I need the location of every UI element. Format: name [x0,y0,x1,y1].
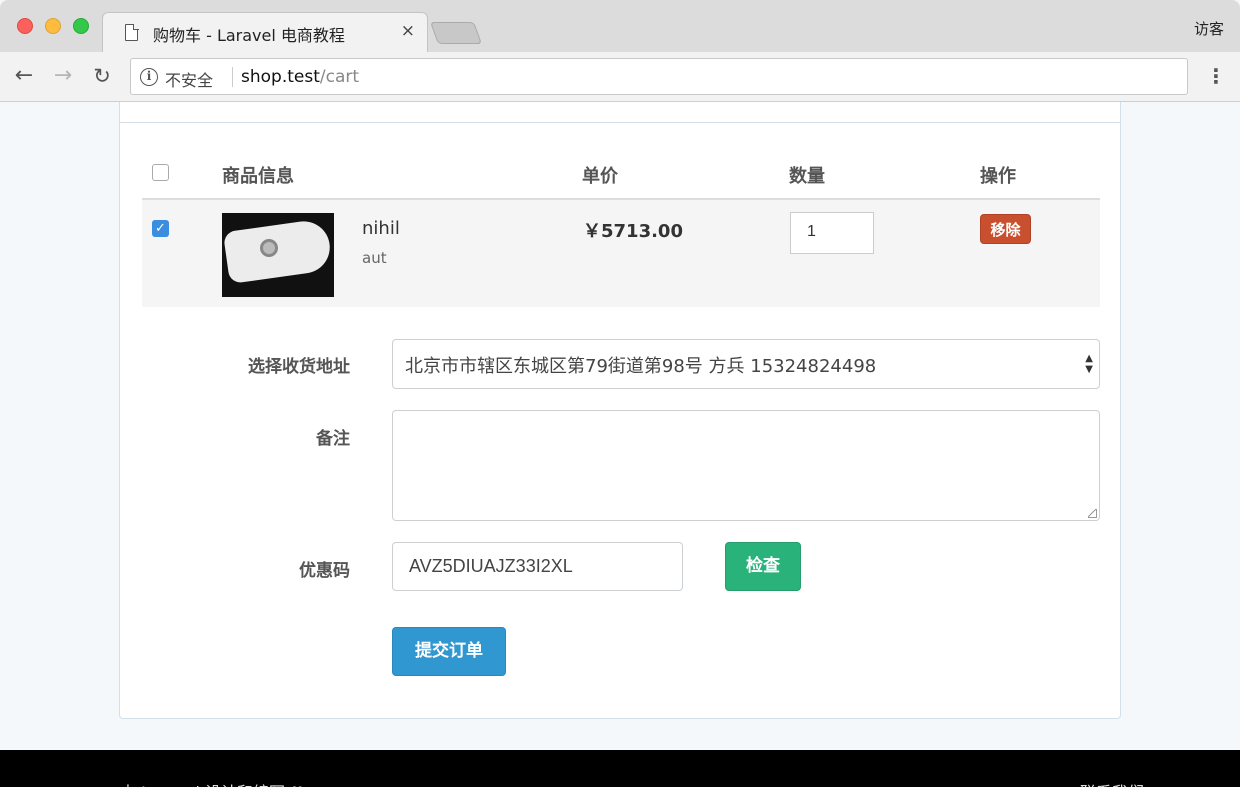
column-unit-price: 单价 [582,166,618,187]
table-row: ✓ nihil aut ￥5713.00 1 移除 [142,200,1100,307]
url-host: shop.test [241,67,320,87]
footer-credit: 由 Laravel 设计和编写 ♥ [120,779,304,787]
tab-title: 购物车 - Laravel 电商教程 [153,26,345,45]
product-image-body [222,218,334,284]
product-name[interactable]: nihil [362,218,400,239]
remark-textarea[interactable] [392,410,1100,521]
profile-label[interactable]: 访客 [1194,18,1224,39]
browser-tab[interactable]: 购物车 - Laravel 电商教程 × [102,12,428,52]
product-image[interactable] [222,213,334,297]
reload-icon[interactable]: ↻ [88,62,116,90]
address-select[interactable]: 北京市市辖区东城区第79街道第98号 方兵 15324824498 ▲ ▼ [392,339,1100,389]
coupon-label: 优惠码 [299,561,350,581]
product-sku: aut [362,249,387,267]
address-bar[interactable]: i 不安全 shop.test/cart [130,58,1188,95]
column-quantity: 数量 [789,166,825,187]
item-checkbox[interactable]: ✓ [152,220,169,237]
panel-divider [120,122,1120,123]
select-arrows-icon: ▲ ▼ [1085,353,1093,375]
submit-order-button[interactable]: 提交订单 [392,627,506,676]
maximize-window-button[interactable] [73,18,89,34]
select-all-checkbox[interactable] [152,164,169,181]
column-actions: 操作 [980,166,1016,187]
product-price: ￥5713.00 [583,221,683,242]
coupon-input[interactable]: AVZ5DIUAJZ33I2XL [392,542,683,591]
close-window-button[interactable] [17,18,33,34]
info-icon[interactable]: i [140,68,158,86]
remark-label: 备注 [316,429,350,449]
resize-handle-icon[interactable] [1088,509,1097,518]
remove-button[interactable]: 移除 [980,214,1031,244]
url-text[interactable]: shop.test/cart [241,67,359,87]
more-menu-icon[interactable]: ⋮ [1206,62,1226,90]
check-coupon-button[interactable]: 检查 [725,542,801,591]
browser-toolbar: ← → ↻ i 不安全 shop.test/cart ⋮ [0,52,1240,102]
new-tab-button[interactable] [429,22,483,44]
browser-titlebar: 购物车 - Laravel 电商教程 × 访客 [0,0,1240,52]
footer-contact-link[interactable]: 联系我们 [1080,779,1144,787]
column-product-info: 商品信息 [222,166,294,187]
url-path: /cart [319,67,360,87]
document-icon [125,23,139,41]
forward-arrow-icon[interactable]: → [49,62,77,90]
cart-panel: 商品信息 单价 数量 操作 ✓ nihil aut ￥5713.00 1 移除 … [119,102,1121,719]
product-image-knob [260,239,278,257]
security-label[interactable]: 不安全 [165,67,213,91]
url-divider [232,67,233,87]
back-arrow-icon[interactable]: ← [10,62,38,90]
tab-close-icon[interactable]: × [401,21,415,41]
page-footer: 由 Laravel 设计和编写 ♥ 联系我们 [0,750,1240,787]
minimize-window-button[interactable] [45,18,61,34]
quantity-input[interactable]: 1 [790,212,874,254]
address-selected-value: 北京市市辖区东城区第79街道第98号 方兵 15324824498 [405,356,877,377]
address-label: 选择收货地址 [248,357,350,377]
